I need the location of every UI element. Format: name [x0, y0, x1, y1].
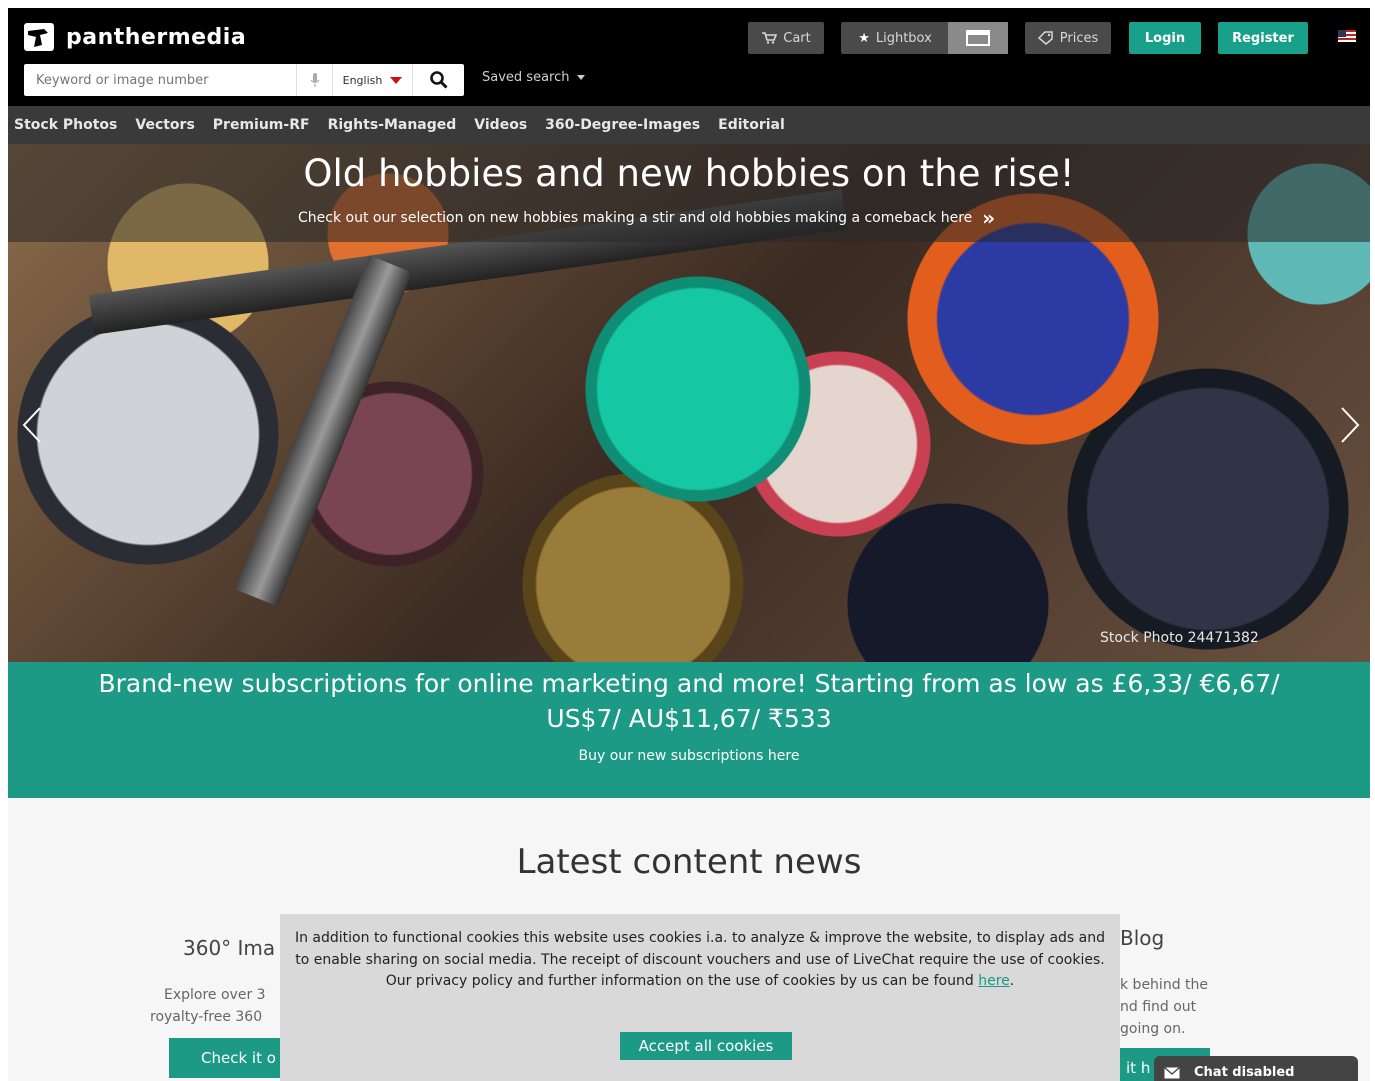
search-button[interactable]: [412, 64, 464, 96]
hero-title[interactable]: Old hobbies and new hobbies on the rise!: [8, 152, 1370, 195]
nav-item-premium-rf[interactable]: Premium-RF: [213, 117, 310, 133]
nav-item-vectors[interactable]: Vectors: [135, 117, 194, 133]
nav-item-rights-managed[interactable]: Rights-Managed: [328, 117, 457, 133]
chat-label: Chat disabled: [1194, 1065, 1295, 1080]
cart-icon: [762, 32, 778, 44]
lightbox-button[interactable]: ★ Lightbox: [841, 22, 949, 54]
envelope-icon: [1164, 1066, 1180, 1078]
language-select[interactable]: English: [332, 64, 412, 96]
blog-card-heading: Blog: [1120, 926, 1165, 950]
news-card-text: Explore over 3: [164, 987, 266, 1003]
lightbox-label: Lightbox: [875, 30, 932, 46]
blog-card-text: k behind the: [1120, 977, 1209, 993]
caret-down-icon: [577, 75, 586, 80]
panther-logo-icon: [24, 23, 54, 51]
language-label: English: [342, 73, 383, 87]
livechat-widget[interactable]: Chat disabled: [1154, 1056, 1358, 1081]
voice-search-button[interactable]: [296, 64, 332, 96]
logo[interactable]: panthermedia: [24, 22, 246, 52]
news-card-heading: 360° Ima: [183, 936, 276, 960]
promo-title: Brand-new subscriptions for online marke…: [98, 669, 1280, 733]
news-card-button[interactable]: Check it o: [169, 1038, 289, 1078]
login-button[interactable]: Login: [1129, 22, 1201, 54]
blog-card-text: going on.: [1120, 1021, 1186, 1037]
nav-item-stock-photos[interactable]: Stock Photos: [14, 117, 117, 133]
promo-link[interactable]: Buy our new subscriptions here: [8, 748, 1370, 764]
news-section-title: Latest content news: [516, 842, 862, 882]
main-nav: Stock Photos Vectors Premium-RF Rights-M…: [8, 106, 1370, 144]
caret-down-icon: [390, 76, 403, 84]
subscription-promo-banner: Brand-new subscriptions for online marke…: [8, 662, 1370, 798]
privacy-policy-link[interactable]: here: [978, 973, 1010, 989]
page: panthermedia Cart ★ Lightbox Prices Logi…: [0, 0, 1375, 1081]
saved-search-dropdown[interactable]: Saved search: [482, 70, 586, 85]
cookie-consent-banner: In addition to functional cookies this w…: [280, 914, 1120, 1081]
search-input[interactable]: [24, 64, 296, 96]
accept-cookies-button[interactable]: Accept all cookies: [620, 1032, 792, 1060]
nav-item-editorial[interactable]: Editorial: [718, 117, 785, 133]
saved-search-label: Saved search: [482, 70, 570, 85]
blog-card-text: nd find out: [1120, 999, 1197, 1015]
nav-item-360-degree-images[interactable]: 360-Degree-Images: [545, 117, 700, 133]
cookie-end: .: [1009, 973, 1015, 989]
carousel-prev-icon[interactable]: [20, 406, 44, 444]
us-flag-icon[interactable]: [1338, 30, 1356, 42]
hero-subtitle-link[interactable]: Check out our selection on new hobbies m…: [298, 206, 995, 230]
news-card-text: royalty-free 360: [150, 1009, 263, 1025]
star-icon: ★: [858, 30, 870, 46]
tag-icon: [1037, 31, 1053, 45]
lightbox-toggle-button[interactable]: [948, 22, 1008, 54]
cart-label: Cart: [783, 30, 811, 46]
microphone-icon: [310, 73, 319, 87]
cart-button[interactable]: Cart: [748, 22, 824, 54]
hero-image-credit: Stock Photo 24471382: [1100, 630, 1259, 646]
logo-text: panthermedia: [66, 24, 247, 50]
carousel-next-icon[interactable]: [1338, 406, 1362, 444]
hero-carousel[interactable]: Old hobbies and new hobbies on the rise!…: [8, 144, 1370, 662]
nav-item-videos[interactable]: Videos: [474, 117, 527, 133]
hero-subtitle: Check out our selection on new hobbies m…: [298, 210, 973, 226]
search-icon: [429, 71, 448, 89]
site-header: panthermedia Cart ★ Lightbox Prices Logi…: [8, 8, 1370, 106]
browser-viewport: panthermedia Cart ★ Lightbox Prices Logi…: [8, 8, 1370, 1081]
double-chevron-right-icon: »: [982, 206, 996, 230]
prices-button[interactable]: Prices: [1025, 22, 1111, 54]
lightbox-panel-icon: [966, 30, 990, 46]
search-bar: English: [24, 64, 464, 96]
register-button[interactable]: Register: [1218, 22, 1308, 54]
cookie-text: In addition to functional cookies this w…: [290, 928, 1110, 993]
prices-label: Prices: [1059, 30, 1099, 46]
